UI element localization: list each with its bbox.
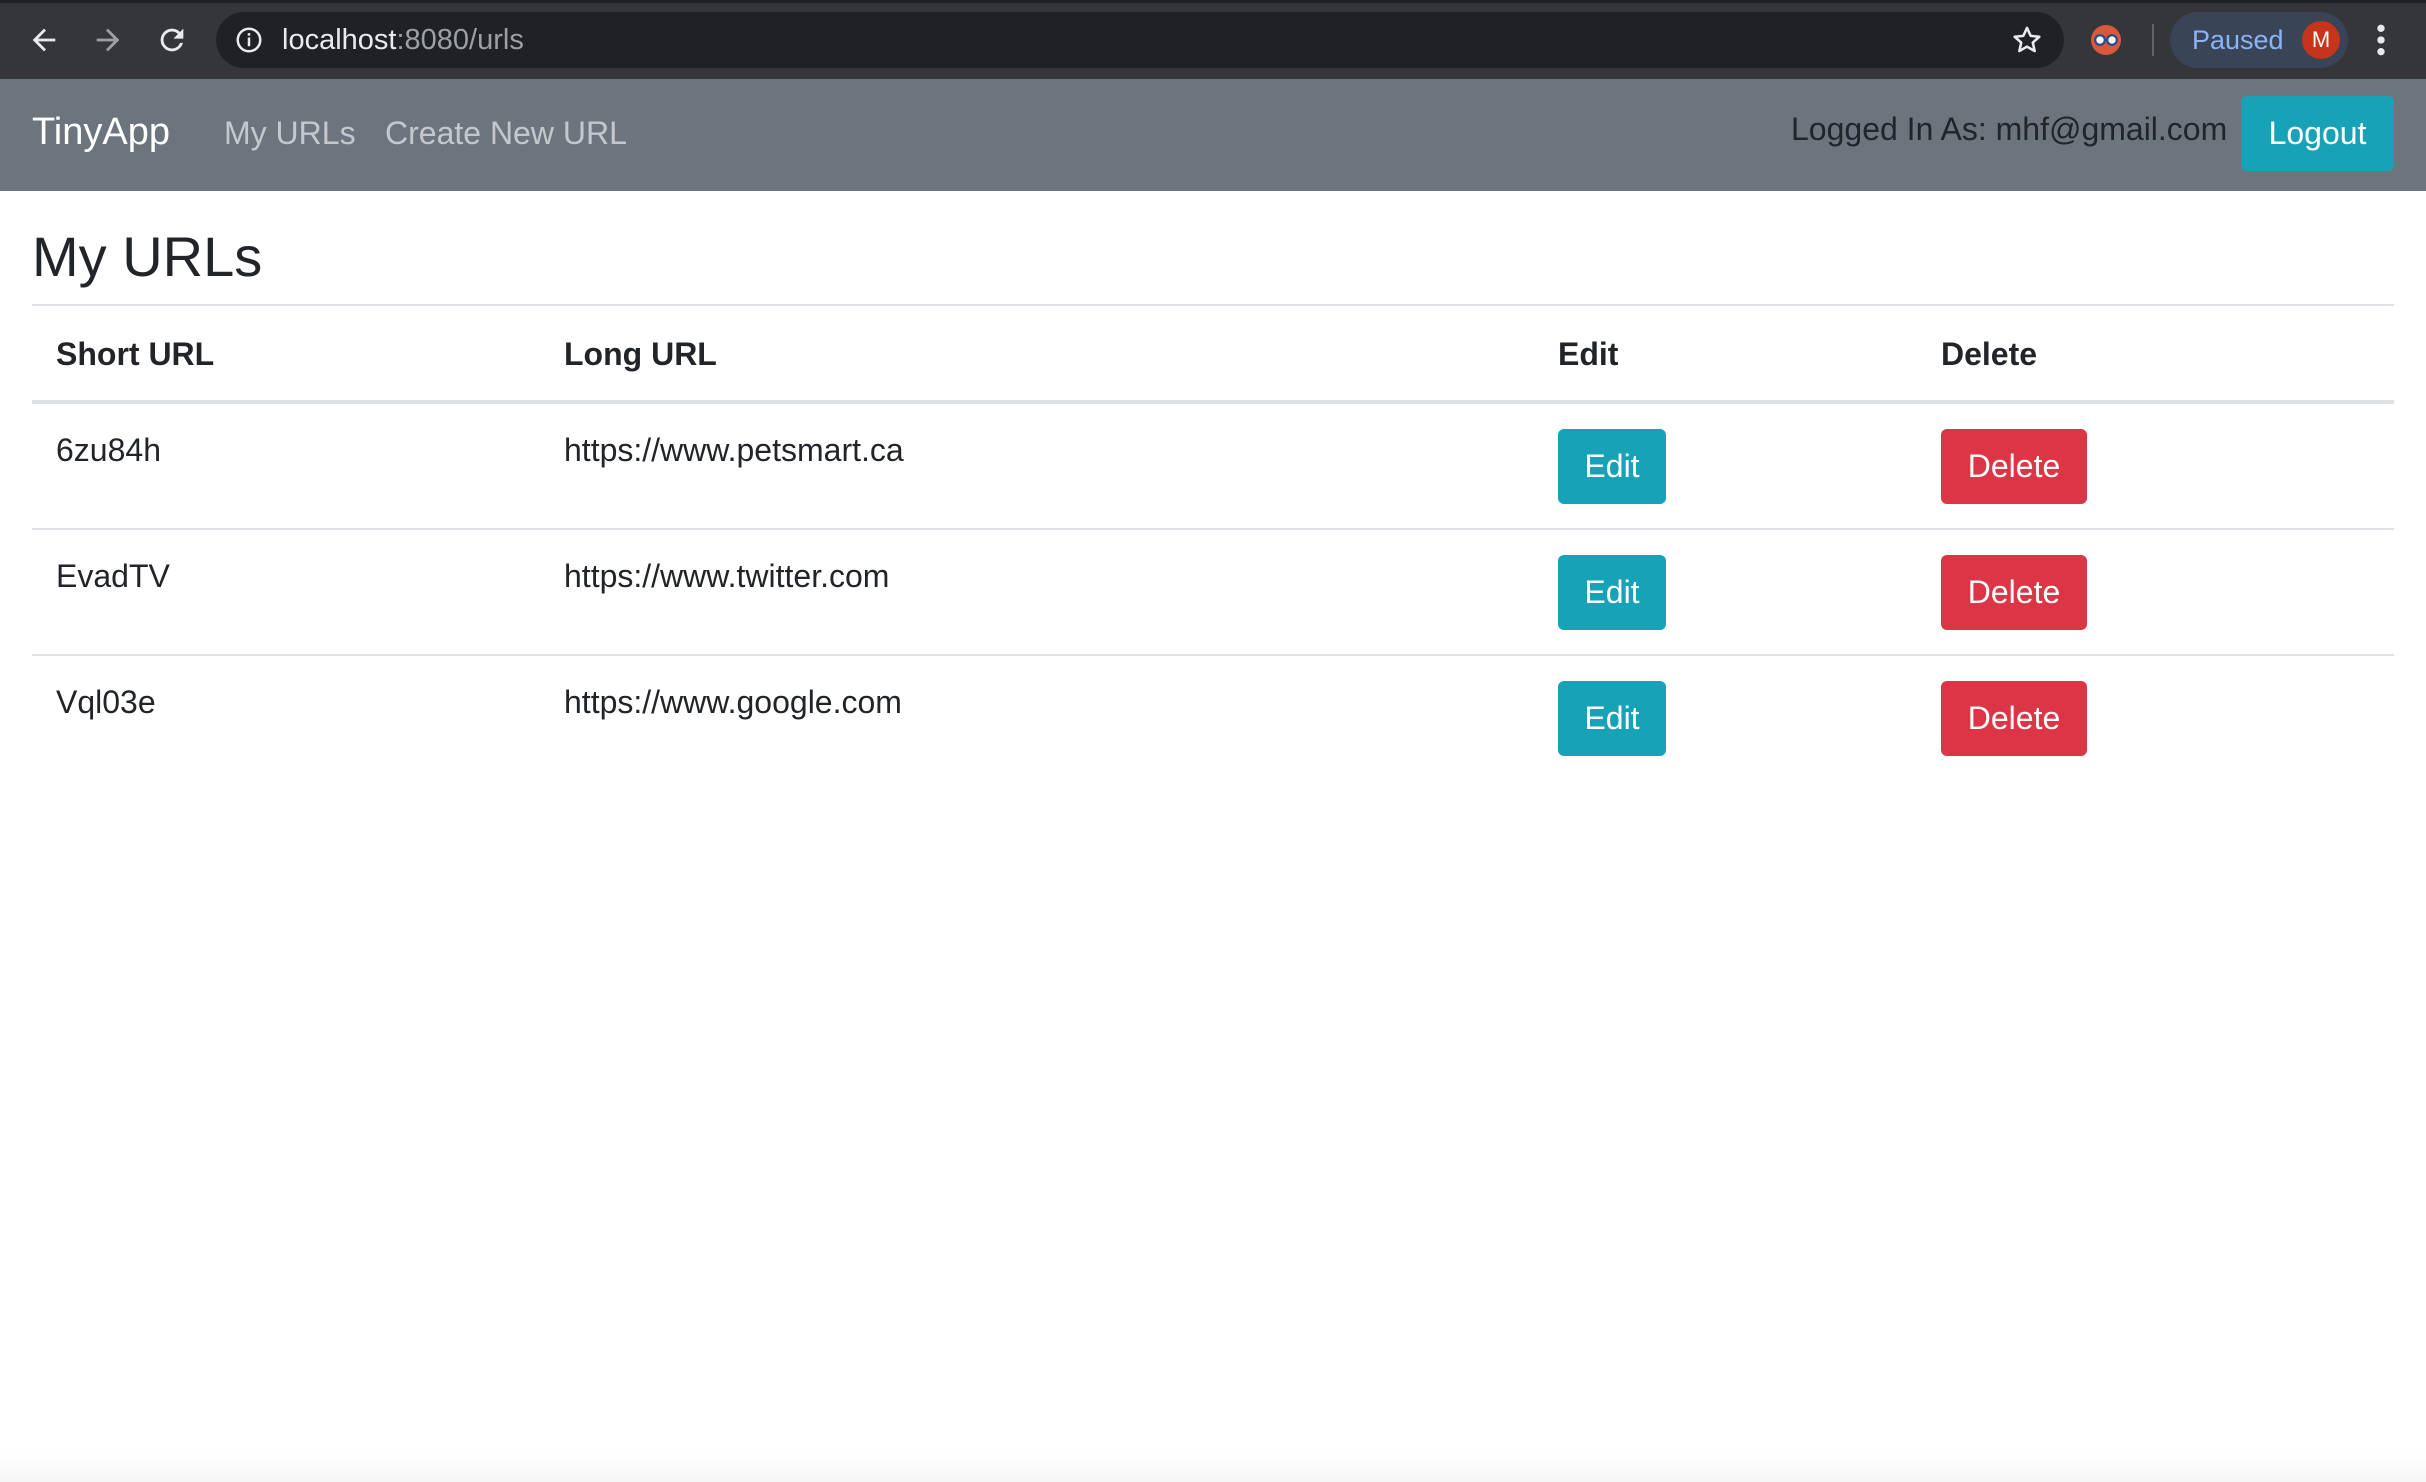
brand-link[interactable]: TinyApp [32,111,170,154]
forward-button[interactable] [85,17,131,63]
nav-create-new-url[interactable]: Create New URL [385,115,627,152]
delete-button[interactable]: Delete [1941,681,2087,756]
reload-button[interactable] [149,17,195,63]
logged-in-text: Logged In As: mhf@gmail.com [1791,111,2228,147]
urls-table: Short URL Long URL Edit Delete 6zu84h ht… [32,304,2394,782]
delete-button[interactable]: Delete [1941,429,2087,504]
back-button[interactable] [21,17,67,63]
short-url-cell: 6zu84h [56,432,161,468]
header-delete: Delete [1941,336,2038,372]
nav-my-urls[interactable]: My URLs [224,115,356,152]
avatar: M [2302,21,2340,59]
long-url-cell: https://www.petsmart.ca [564,432,904,468]
header-long-url: Long URL [564,336,717,372]
table-row: Vql03e https://www.google.com Edit Delet… [32,656,2394,782]
profile-status: Paused [2192,25,2284,55]
tab-strip-edge [0,0,2426,3]
arrow-left-icon [32,28,56,52]
address-bar[interactable]: localhost:8080/urls [216,12,2064,68]
browser-toolbar: localhost:8080/urls Paused M [0,0,2426,79]
long-url-cell: https://www.google.com [564,684,902,720]
toolbar-separator [2152,24,2154,56]
header-short-url: Short URL [56,336,215,372]
short-url-cell: EvadTV [56,558,170,594]
url-text: localhost:8080/urls [282,24,524,57]
extension-icon[interactable] [2088,22,2124,58]
short-url-cell: Vql03e [56,684,156,720]
page-title: My URLs [32,225,263,288]
profile-button[interactable]: Paused M [2170,12,2348,68]
menu-icon[interactable] [2366,20,2396,60]
app-navbar: TinyApp My URLs Create New URL Logged In… [0,79,2426,191]
window-bottom-edge [0,1452,2426,1482]
table-row: 6zu84h https://www.petsmart.ca Edit Dele… [32,404,2394,530]
reload-icon [160,28,184,52]
logout-button[interactable]: Logout [2241,96,2394,171]
table-header: Short URL Long URL Edit Delete [32,304,2394,404]
bookmark-star-icon[interactable] [2010,23,2044,57]
edit-button[interactable]: Edit [1558,681,1666,756]
edit-button[interactable]: Edit [1558,429,1666,504]
edit-button[interactable]: Edit [1558,555,1666,630]
long-url-cell: https://www.twitter.com [564,558,890,594]
info-icon[interactable] [234,25,264,55]
delete-button[interactable]: Delete [1941,555,2087,630]
url-host: localhost [282,24,397,56]
table-row: EvadTV https://www.twitter.com Edit Dele… [32,530,2394,656]
url-path: :8080/urls [396,24,524,56]
arrow-right-icon [96,28,120,52]
header-edit: Edit [1558,336,1619,372]
